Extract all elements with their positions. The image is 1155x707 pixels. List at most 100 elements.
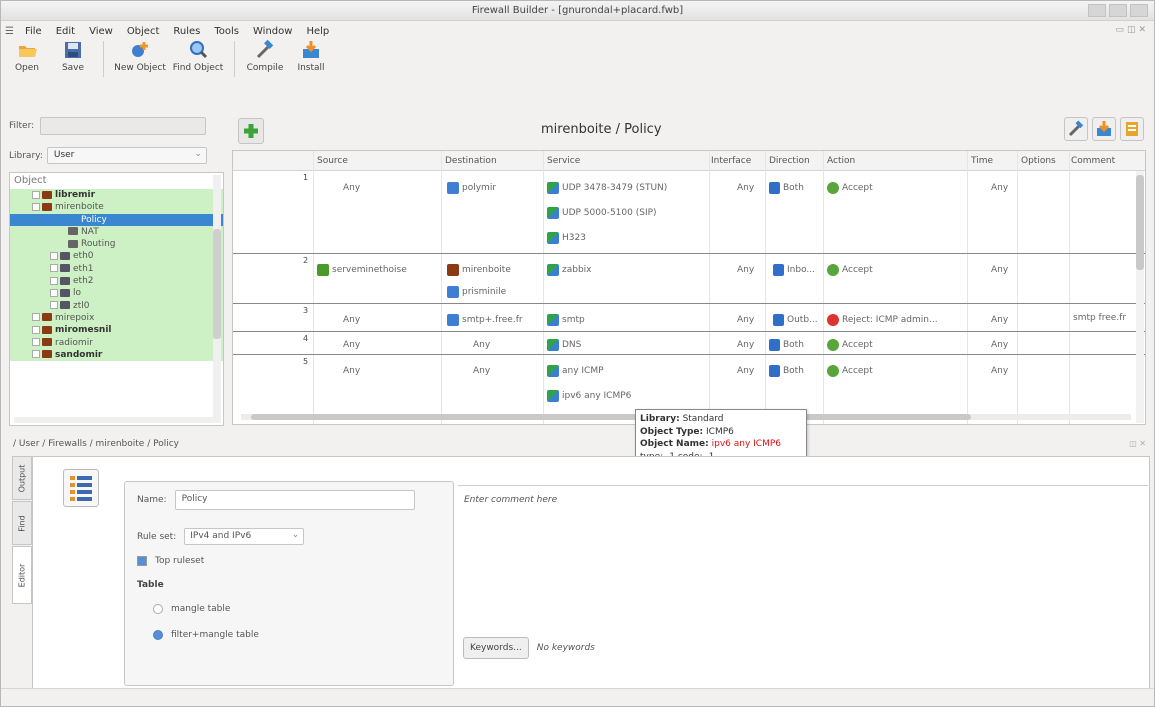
tree-item[interactable]: eth0 [10, 250, 223, 263]
rule-source[interactable]: Any [343, 181, 360, 195]
rule-service[interactable]: UDP 5000-5100 (SIP) [547, 206, 657, 220]
rule-action[interactable]: Accept [827, 181, 873, 195]
mangle-radio[interactable] [153, 604, 163, 614]
col-source[interactable]: Source [317, 156, 348, 166]
mdi-minimize-icon[interactable]: ▭ [1115, 25, 1124, 35]
tree-item[interactable]: ztl0 [10, 299, 223, 312]
tree-item[interactable]: Policy [10, 213, 223, 226]
ruleset-select[interactable]: IPv4 and IPv6 ⌄ [184, 528, 305, 545]
tree-item[interactable]: eth2 [10, 275, 223, 288]
col-direction[interactable]: Direction [769, 156, 810, 166]
rule-service[interactable]: any ICMP [547, 364, 604, 378]
expand-toggle-icon[interactable] [50, 251, 58, 260]
expand-toggle-icon[interactable] [50, 301, 58, 310]
rule-direction[interactable]: Both [769, 338, 804, 352]
app-menu-icon[interactable]: ☰ [5, 26, 14, 37]
expand-toggle-icon[interactable] [50, 276, 58, 285]
rule-destination[interactable]: Any [473, 338, 490, 352]
expand-toggle-icon[interactable] [50, 264, 58, 273]
keywords-button[interactable]: Keywords... [463, 637, 529, 659]
mdi-restore-icon[interactable]: ◫ [1127, 25, 1136, 35]
top-ruleset-checkbox[interactable] [137, 556, 147, 566]
expand-toggle-icon[interactable] [32, 325, 40, 334]
save-button[interactable]: Save [53, 39, 93, 79]
rule-action[interactable]: Accept [827, 263, 873, 277]
menu-file[interactable]: File [18, 26, 49, 37]
filter-mangle-radio[interactable] [153, 630, 163, 640]
rule-time[interactable]: Any [991, 338, 1008, 352]
tree-item[interactable]: eth1 [10, 262, 223, 276]
tree-scrollbar[interactable] [213, 175, 221, 423]
policy-vscrollbar[interactable] [1136, 171, 1144, 423]
expand-toggle-icon[interactable] [32, 350, 40, 359]
filter-input[interactable] [40, 117, 207, 135]
menu-rules[interactable]: Rules [166, 26, 207, 37]
rule-destination[interactable]: mirenboite [447, 263, 511, 277]
rule-destination[interactable]: smtp+.free.fr [447, 313, 523, 327]
expand-toggle-icon[interactable] [32, 190, 40, 199]
float-icon[interactable]: ◫ [1129, 439, 1137, 448]
menu-window[interactable]: Window [246, 26, 299, 37]
tree-item[interactable]: mirepoix [10, 311, 223, 325]
rule-direction[interactable]: Both [769, 364, 804, 378]
rule-time[interactable]: Any [991, 313, 1008, 327]
rule-number[interactable]: 2 [303, 256, 308, 265]
name-field[interactable]: Policy [174, 490, 415, 510]
rule-direction[interactable]: Outb... [773, 313, 818, 327]
open-button[interactable]: Open [7, 39, 47, 79]
tree-item[interactable]: NAT [10, 225, 223, 239]
rule-service[interactable]: H323 [547, 231, 586, 245]
rule-source[interactable]: Any [343, 364, 360, 378]
rule-service[interactable]: smtp [547, 313, 585, 327]
rule-number[interactable]: 1 [303, 173, 308, 182]
close-button[interactable] [1130, 4, 1148, 17]
install-rules-button[interactable] [1092, 117, 1116, 141]
menu-view[interactable]: View [82, 26, 120, 37]
rule-direction[interactable]: Both [769, 181, 804, 195]
menu-tools[interactable]: Tools [207, 26, 246, 37]
maximize-button[interactable] [1109, 4, 1127, 17]
tree-item[interactable]: sandomir [10, 348, 223, 362]
tree-item[interactable]: lo [10, 287, 223, 300]
compile-rules-button[interactable] [1064, 117, 1088, 141]
library-select[interactable]: User ⌄ [46, 147, 207, 164]
close-icon[interactable]: ✕ [1139, 439, 1146, 448]
rule-service[interactable]: DNS [547, 338, 581, 352]
object-tree[interactable]: Object libremir mirenboite Policy NAT Routin… [9, 172, 224, 426]
menu-help[interactable]: Help [299, 26, 336, 37]
expand-toggle-icon[interactable] [32, 202, 40, 211]
policy-hscroll-thumb[interactable] [251, 414, 971, 420]
rule-action[interactable]: Accept [827, 338, 873, 352]
col-action[interactable]: Action [827, 156, 855, 166]
menu-object[interactable]: Object [120, 26, 167, 37]
rule-destination[interactable]: Any [473, 364, 490, 378]
rule-interface[interactable]: Any [737, 181, 754, 195]
new-object-button[interactable]: New Object [114, 39, 166, 79]
rule-service[interactable]: zabbix [547, 263, 592, 277]
add-rule-button[interactable] [238, 118, 264, 144]
rule-number[interactable]: 4 [303, 334, 308, 343]
minimize-button[interactable] [1088, 4, 1106, 17]
tree-hscrollbar[interactable] [14, 417, 214, 423]
rule-interface[interactable]: Any [737, 313, 754, 327]
col-options[interactable]: Options [1021, 156, 1056, 166]
rule-interface[interactable]: Any [737, 263, 754, 277]
expand-toggle-icon[interactable] [32, 313, 40, 322]
inspect-button[interactable] [1120, 117, 1144, 141]
col-interface[interactable]: Interface [711, 156, 751, 166]
rule-service[interactable]: ipv6 any ICMP6 [547, 389, 631, 403]
rule-direction[interactable]: Inbo... [773, 263, 815, 277]
menu-edit[interactable]: Edit [49, 26, 82, 37]
tree-item[interactable]: miromesnil [10, 324, 223, 337]
expand-toggle-icon[interactable] [50, 288, 58, 297]
rule-action[interactable]: Accept [827, 364, 873, 378]
tab-editor[interactable]: Editor [12, 546, 32, 604]
rule-destination[interactable]: prisminile [447, 285, 506, 299]
rule-number[interactable]: 5 [303, 357, 308, 366]
col-comment[interactable]: Comment [1071, 156, 1115, 166]
rule-source[interactable]: serveminethoise [317, 263, 407, 277]
comment-field[interactable]: Enter comment here [458, 485, 1148, 660]
col-destination[interactable]: Destination [445, 156, 497, 166]
rule-action[interactable]: Reject: ICMP admin... [827, 313, 938, 327]
expand-toggle-icon[interactable] [32, 338, 40, 347]
